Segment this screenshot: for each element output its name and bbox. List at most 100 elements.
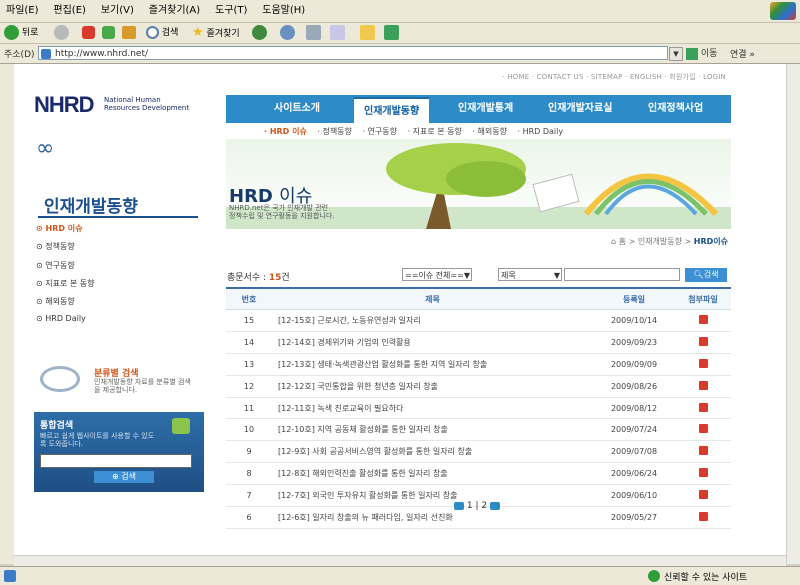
messenger-icon — [384, 25, 399, 40]
row-title[interactable]: [12-9호] 사회 공공서비스영역 활성화를 통한 일자리 창출 — [272, 440, 593, 464]
menu-tools[interactable]: 도구(T) — [209, 0, 253, 22]
attachment-icon[interactable] — [698, 336, 708, 346]
history-icon — [252, 25, 267, 40]
dropdown-icon[interactable]: ▼ — [669, 47, 683, 61]
forward-button[interactable] — [54, 25, 69, 41]
subnav-hrd-issue[interactable]: · HRD 이슈 — [264, 127, 307, 136]
board-search-input[interactable] — [564, 268, 680, 281]
row-title[interactable]: [12-14호] 경제위기와 기업의 인력활용 — [272, 331, 593, 354]
trusted-zone-icon — [648, 570, 660, 582]
print-button[interactable] — [306, 25, 321, 41]
stop-icon — [82, 26, 95, 39]
board-search-button[interactable]: 🔍︎검색 — [685, 268, 727, 282]
status-bar: 신뢰할 수 있는 사이트 — [0, 566, 800, 585]
menu-file[interactable]: 파일(E) — [0, 0, 45, 22]
row-title[interactable]: [12-6호] 일자리 창출의 뉴 패러다임, 일자리 선진화 — [272, 506, 593, 529]
breadcrumb: ⌂ 홈 > 인재개발동향 > HRD이슈 — [611, 237, 728, 246]
mail-button[interactable] — [280, 25, 295, 41]
menu-bar: 파일(E) 편집(E) 보기(V) 즐겨찾기(A) 도구(T) 도움말(H) — [0, 0, 800, 23]
attachment-icon[interactable] — [698, 380, 708, 390]
subnav-research[interactable]: · 연구동향 — [362, 127, 397, 136]
row-title[interactable]: [12-8호] 해외인력진출 활성화를 통한 일자리 창출 — [272, 462, 593, 486]
subnav-policy[interactable]: · 정책동향 — [317, 127, 352, 136]
table-row[interactable]: 14 [12-14호] 경제위기와 기업의 인력활용 2009/09/23 — [226, 331, 731, 354]
subnav-hrd-daily[interactable]: · HRD Daily — [518, 127, 564, 136]
gnb-item-archive[interactable]: 인재개발자료실 — [548, 95, 612, 123]
attachment-icon[interactable] — [698, 402, 708, 412]
row-title[interactable]: [12-10호] 지역 공동체 활성화를 통한 일자리 창출 — [272, 418, 593, 442]
attachment-icon[interactable] — [698, 314, 708, 324]
browser-toolbar: 뒤로 검색 ★ 즐겨찾기 — [0, 23, 800, 44]
menu-favorites[interactable]: 즐겨찾기(A) — [143, 0, 206, 22]
prev-page-icon[interactable] — [454, 501, 464, 510]
row-title[interactable]: [12-15호] 근로시간, 노동유연성과 일자리 — [272, 309, 593, 332]
url-input[interactable]: http://www.nhrd.net/ — [38, 46, 668, 60]
stop-button[interactable] — [82, 25, 95, 41]
side-item-hrd-issue[interactable]: ⊙ HRD 이슈 — [36, 223, 83, 234]
messenger-button[interactable] — [384, 25, 399, 41]
attachment-icon[interactable] — [698, 490, 708, 500]
menu-view[interactable]: 보기(V) — [95, 0, 140, 22]
table-row[interactable]: 13 [12-13호] 생태·녹색관광산업 활성화를 통한 지역 일자리 창출 20… — [226, 353, 731, 376]
row-title[interactable]: [12-7호] 외국인 투자유치 활성화를 통한 일자리 창출 — [272, 484, 593, 508]
home-button[interactable] — [122, 25, 136, 41]
page-numbers[interactable]: 1 | 2 — [467, 501, 487, 511]
gnb-item-trends[interactable]: 인재개발동향 — [354, 97, 430, 125]
row-title[interactable]: [12-11호] 녹색 진로교육이 필요하다 — [272, 397, 593, 420]
gnb-item-statistics[interactable]: 인재개발통계 — [458, 95, 513, 123]
small-search-icon: ⊕ — [112, 472, 122, 481]
table-row[interactable]: 9 [12-9호] 사회 공공서비스영역 활성화를 통한 일자리 창출 2009/0… — [226, 440, 731, 464]
utility-links[interactable]: · HOME · CONTACT US · SITEMAP · ENGLISH … — [502, 72, 726, 82]
back-button[interactable]: 뒤로 — [4, 25, 38, 41]
side-item-indicators[interactable]: ⊙ 지표로 본 동향 — [36, 278, 95, 289]
horizontal-scrollbar[interactable] — [14, 555, 786, 566]
total-search-button[interactable]: ⊕ 검색 — [94, 471, 154, 483]
next-page-icon[interactable] — [489, 501, 500, 510]
row-title[interactable]: [12-12호] 국민통합을 위한 청년층 일자리 창출 — [272, 375, 593, 398]
table-row[interactable]: 8 [12-8호] 해외인력진출 활성화를 통한 일자리 창출 2009/06/24 — [226, 462, 731, 486]
row-title[interactable]: [12-13호] 생태·녹색관광산업 활성화를 통한 지역 일자리 창출 — [272, 353, 593, 376]
col-date: 등록일 — [593, 287, 675, 310]
folder-button[interactable] — [360, 25, 375, 41]
attachment-icon[interactable] — [698, 468, 708, 478]
gnb-item-about[interactable]: 사이트소개 — [274, 95, 320, 123]
menu-edit[interactable]: 편집(E) — [47, 0, 92, 22]
menu-help[interactable]: 도움말(H) — [256, 0, 311, 22]
table-row[interactable]: 12 [12-12호] 국민통합을 위한 청년층 일자리 창출 2009/08/26 — [226, 375, 731, 398]
refresh-button[interactable] — [102, 25, 115, 41]
go-button[interactable]: 이동 — [686, 46, 717, 60]
attachment-icon[interactable] — [698, 358, 708, 368]
issue-filter-select[interactable]: ==이슈 전체== ▼ — [402, 268, 472, 281]
table-row[interactable]: 15 [12-15호] 근로시간, 노동유연성과 일자리 2009/10/14 — [226, 309, 731, 332]
subnav-overseas[interactable]: · 해외동향 — [472, 127, 507, 136]
side-item-hrd-daily[interactable]: ⊙ HRD Daily — [36, 314, 86, 323]
search-button[interactable]: 검색 — [146, 25, 178, 41]
search-icon: 🔍︎ — [693, 270, 704, 279]
links-button[interactable]: 연결 » — [730, 47, 755, 60]
paper-sheet — [532, 173, 580, 213]
total-search-input[interactable] — [40, 454, 192, 468]
document-count: 총문서수 : 15건 — [227, 273, 290, 283]
page-icon — [41, 49, 51, 59]
attachment-icon[interactable] — [698, 424, 708, 434]
side-item-research[interactable]: ⊙ 연구동향 — [36, 260, 75, 271]
subnav-indicators[interactable]: · 지표로 본 동향 — [408, 127, 462, 136]
pagination: 1 | 2 — [454, 501, 500, 511]
vertical-scrollbar[interactable] — [786, 64, 800, 564]
favorites-button[interactable]: ★ 즐겨찾기 — [192, 25, 240, 41]
search-field-select[interactable]: 제목 ▼ — [498, 268, 562, 281]
attachment-icon[interactable] — [698, 446, 708, 456]
col-number: 번호 — [226, 287, 272, 310]
edit-button[interactable] — [330, 25, 345, 41]
attachment-icon[interactable] — [698, 511, 708, 521]
table-row[interactable]: 10 [12-10호] 지역 공동체 활성화를 통한 일자리 창출 2009/07/… — [226, 418, 731, 442]
select-arrow-icon: ▼ — [463, 271, 470, 280]
side-item-overseas[interactable]: ⊙ 해외동향 — [36, 296, 75, 307]
gnb-item-projects[interactable]: 인재정책사업 — [648, 95, 703, 123]
select-arrow-icon: ▼ — [553, 271, 560, 280]
history-button[interactable] — [252, 25, 267, 41]
global-navigation: 사이트소개 인재개발동향 인재개발통계 인재개발자료실 인재정책사업 — [226, 95, 731, 125]
side-item-policy[interactable]: ⊙ 정책동향 — [36, 241, 75, 252]
site-logo[interactable]: NHRD — [34, 92, 95, 118]
table-row[interactable]: 11 [12-11호] 녹색 진로교육이 필요하다 2009/08/12 — [226, 397, 731, 420]
